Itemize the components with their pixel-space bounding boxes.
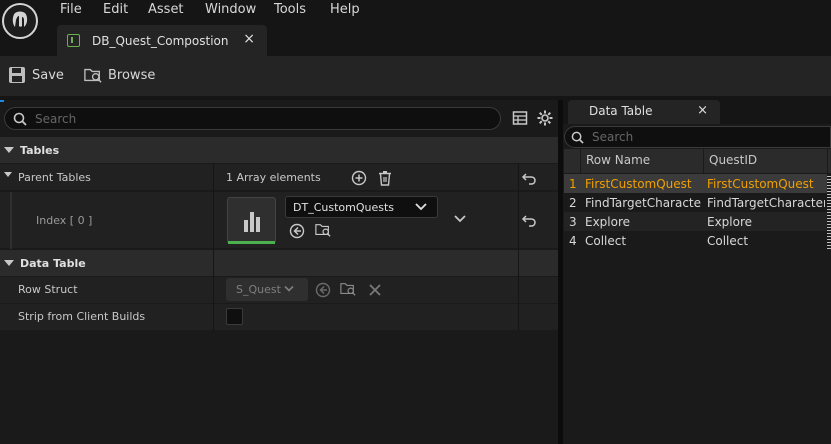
collapse-arrow-icon xyxy=(4,147,14,153)
document-tab-close-button[interactable]: × xyxy=(243,31,255,47)
document-tab[interactable]: DB_Quest_Compostion × xyxy=(57,25,267,56)
browse-button[interactable]: Browse xyxy=(84,66,155,84)
bar-chart-asset-icon xyxy=(243,211,260,232)
row-number: 2 xyxy=(569,196,577,210)
row-name-cell: FindTargetCharacte xyxy=(585,196,701,210)
use-selected-struct-icon xyxy=(315,282,331,298)
name-value-divider[interactable] xyxy=(213,164,214,331)
category-tables-label: Tables xyxy=(20,143,60,157)
browse-folder-icon xyxy=(84,68,102,83)
details-panel-accent xyxy=(0,100,4,102)
row-name-cell: Explore xyxy=(585,215,631,229)
category-tables[interactable]: Tables xyxy=(0,137,558,163)
asset-thumbnail[interactable] xyxy=(227,197,276,244)
table-view-icon[interactable] xyxy=(512,110,528,126)
settings-gear-icon[interactable] xyxy=(537,110,553,126)
chevron-down-icon xyxy=(415,203,427,211)
save-button[interactable]: Save xyxy=(8,66,64,84)
delete-trash-icon[interactable] xyxy=(377,170,393,186)
unreal-logo-icon[interactable] xyxy=(2,3,38,39)
details-search-input[interactable] xyxy=(35,111,455,126)
header-divider[interactable] xyxy=(703,149,704,173)
strip-client-checkbox[interactable] xyxy=(226,308,243,325)
menu-help[interactable]: Help xyxy=(330,2,360,17)
data-table-search-box[interactable] xyxy=(564,126,831,148)
data-table-asset-icon xyxy=(67,34,80,47)
row-number: 4 xyxy=(569,234,577,248)
data-table-tab[interactable]: Data Table × xyxy=(568,100,720,124)
index-0-label: Index [ 0 ] xyxy=(36,214,93,227)
menu-tools[interactable]: Tools xyxy=(274,2,306,17)
data-table-tab-close-button[interactable]: × xyxy=(697,103,708,118)
search-icon xyxy=(13,112,27,126)
indent-guide xyxy=(10,192,12,249)
value-reset-divider xyxy=(518,164,519,331)
data-table-tab-label: Data Table xyxy=(589,104,653,118)
browse-to-asset-icon[interactable] xyxy=(315,222,331,238)
quest-id-cell: FindTargetCharacter xyxy=(707,196,825,210)
menu-window[interactable]: Window xyxy=(205,2,256,17)
browse-button-label: Browse xyxy=(108,67,156,83)
collapse-arrow-icon xyxy=(4,260,14,266)
category-data-table-label: Data Table xyxy=(20,256,86,270)
save-button-label: Save xyxy=(32,67,64,83)
parent-tables-label: Parent Tables xyxy=(18,171,91,184)
data-table-search-input[interactable] xyxy=(592,130,812,144)
array-element-menu-chevron-icon[interactable] xyxy=(454,214,466,224)
reset-element-icon[interactable] xyxy=(521,212,537,228)
category-data-table[interactable]: Data Table xyxy=(0,250,558,276)
use-selected-asset-icon[interactable] xyxy=(289,223,305,239)
browse-to-struct-icon xyxy=(340,283,356,296)
column-header-quest-id[interactable]: QuestID xyxy=(709,153,757,167)
document-tab-label: DB_Quest_Compostion xyxy=(92,33,229,48)
asset-picker-combo[interactable]: DT_CustomQuests xyxy=(285,196,438,218)
search-icon xyxy=(571,131,584,144)
row-number: 3 xyxy=(569,215,577,229)
asset-type-color-bar xyxy=(228,241,275,244)
quest-id-cell: Explore xyxy=(707,215,753,229)
quest-id-cell: FirstCustomQuest xyxy=(707,177,814,191)
row-name-cell: Collect xyxy=(585,234,627,248)
header-divider[interactable] xyxy=(827,149,828,173)
reset-to-default-icon[interactable] xyxy=(521,170,537,186)
strip-client-label: Strip from Client Builds xyxy=(18,310,146,323)
expand-arrow-icon[interactable] xyxy=(4,172,12,177)
asset-picker-value: DT_CustomQuests xyxy=(293,200,395,214)
clear-x-icon xyxy=(369,284,381,296)
row-struct-combo: S_Quest xyxy=(226,278,308,301)
parent-tables-count: 1 Array elements xyxy=(226,171,321,184)
menu-file[interactable]: File xyxy=(60,2,82,17)
chevron-down-icon xyxy=(284,285,294,292)
save-icon xyxy=(9,67,25,83)
menu-asset[interactable]: Asset xyxy=(148,2,184,17)
details-search-box[interactable] xyxy=(4,107,501,130)
row-number: 1 xyxy=(569,177,577,191)
column-header-row-name[interactable]: Row Name xyxy=(586,153,650,167)
row-struct-label: Row Struct xyxy=(18,283,78,296)
header-divider xyxy=(580,149,581,173)
truncated-column-edge xyxy=(827,174,831,250)
menu-edit[interactable]: Edit xyxy=(103,2,128,17)
row-name-cell: FirstCustomQuest xyxy=(585,177,692,191)
row-struct-value: S_Quest xyxy=(236,283,281,296)
quest-id-cell: Collect xyxy=(707,234,749,248)
add-element-icon[interactable] xyxy=(351,170,367,186)
